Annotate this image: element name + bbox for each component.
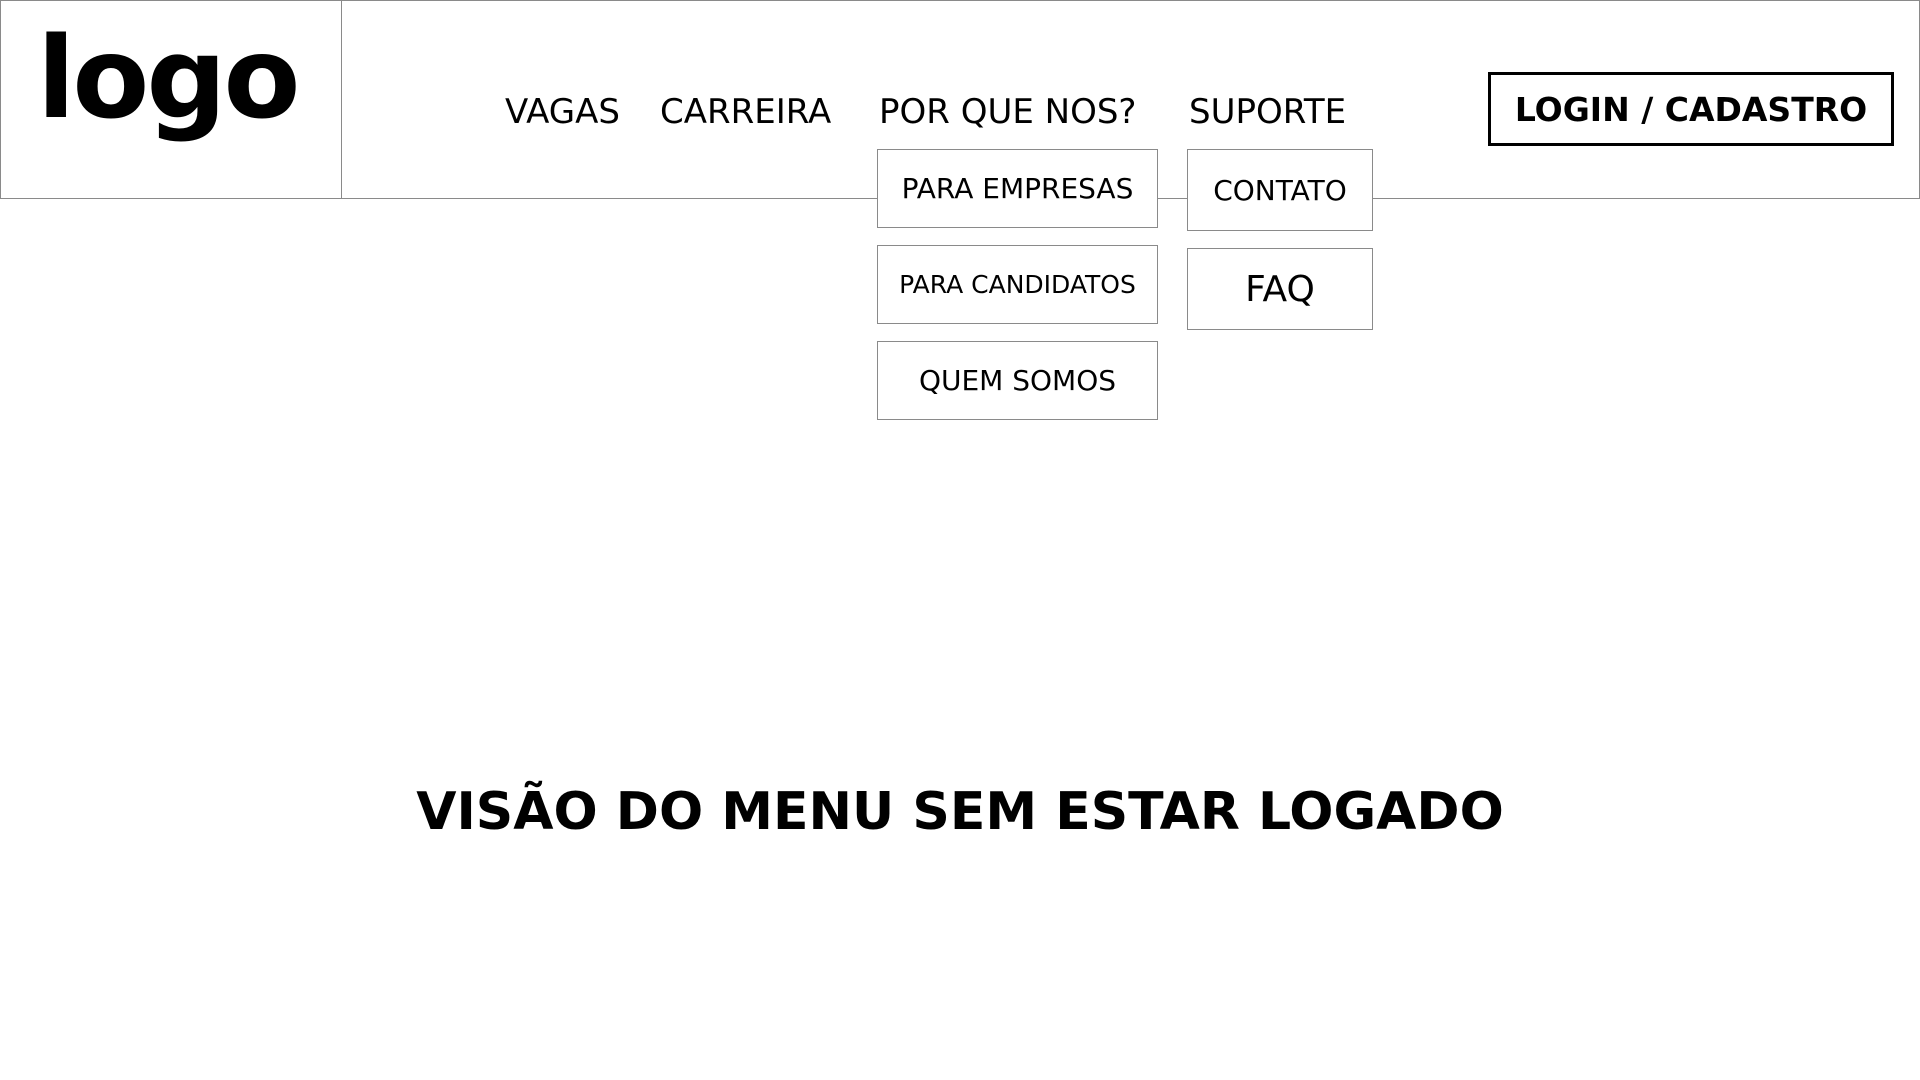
logo[interactable]: logo — [37, 23, 300, 135]
nav-suporte[interactable]: SUPORTE — [1189, 89, 1346, 135]
menu-view-caption: VISÃO DO MENU SEM ESTAR LOGADO — [416, 782, 1504, 842]
dropdown-item-para-candidatos[interactable]: PARA CANDIDATOS — [877, 245, 1158, 324]
dropdown-item-para-empresas[interactable]: PARA EMPRESAS — [877, 149, 1158, 228]
logo-container[interactable]: logo — [1, 1, 342, 198]
dropdown-item-quem-somos[interactable]: QUEM SOMOS — [877, 341, 1158, 420]
dropdown-item-faq[interactable]: FAQ — [1187, 248, 1373, 330]
dropdown-item-contato[interactable]: CONTATO — [1187, 149, 1373, 231]
login-cadastro-button[interactable]: LOGIN / CADASTRO — [1488, 72, 1894, 146]
nav-vagas[interactable]: VAGAS — [505, 89, 620, 135]
nav-por-que-nos[interactable]: POR QUE NOS? — [879, 89, 1136, 135]
nav-carreira[interactable]: CARREIRA — [660, 89, 831, 135]
